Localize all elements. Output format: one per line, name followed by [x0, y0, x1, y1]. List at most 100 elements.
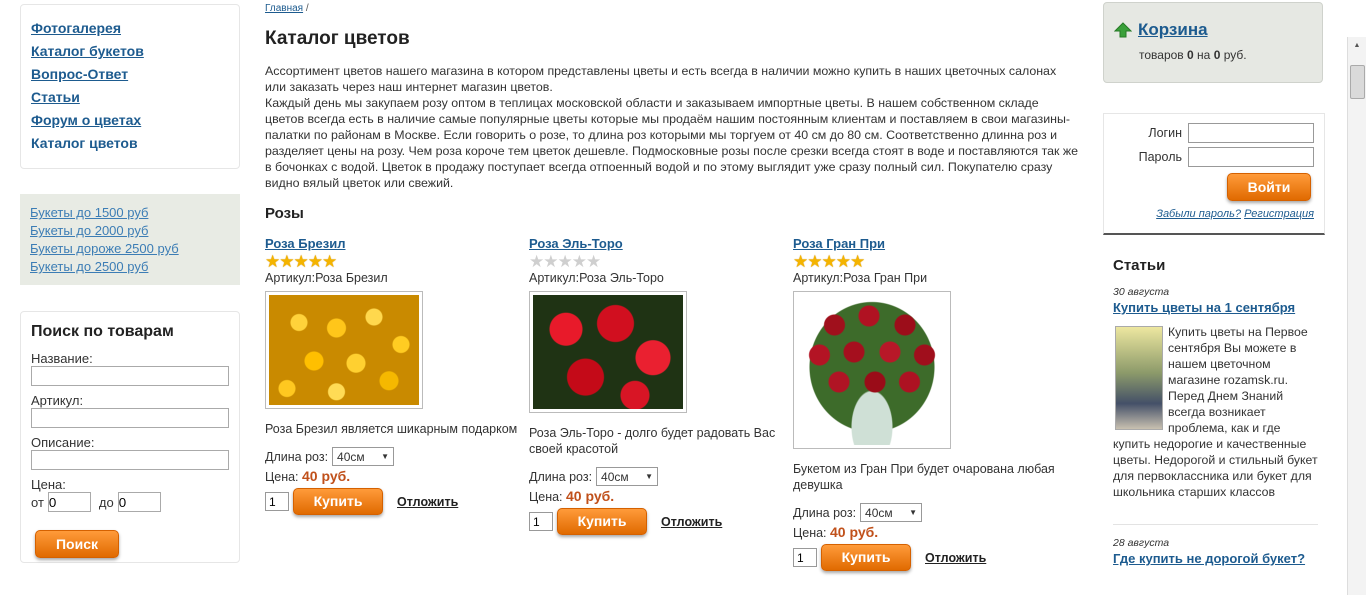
price-filter-link[interactable]: Букеты до 2000 руб [30, 222, 230, 240]
menu-item-flower-catalog[interactable]: Каталог цветов [31, 132, 229, 155]
star-icon[interactable]: ★ [586, 253, 601, 270]
star-icon[interactable]: ★ [322, 253, 337, 270]
cart-items-label: товаров [1139, 48, 1184, 62]
length-row: Длина роз: 40см ▼ [265, 447, 527, 466]
length-label: Длина роз: [793, 505, 857, 520]
product-name-link[interactable]: Роза Гран При [793, 236, 1055, 252]
length-select[interactable]: 40см ▼ [860, 503, 923, 522]
quantity-input[interactable] [265, 492, 289, 511]
product-card: Роза Эль-Торо ★ ★ ★ ★ ★ Артикул:Роза Эль-Тор… [529, 236, 791, 535]
product-description: Роза Эль-Торо - долго будет радовать Вас… [529, 426, 776, 456]
quantity-input[interactable] [529, 512, 553, 531]
article-date: 30 августа [1113, 286, 1170, 298]
price-to-input[interactable] [117, 492, 161, 512]
star-icon[interactable]: ★ [807, 253, 822, 270]
name-label: Название: [31, 351, 93, 366]
cart-currency: руб. [1223, 48, 1247, 62]
product-card: Роза Гран При ★ ★ ★ ★ ★ Артикул:Роза Гран Пр… [793, 236, 1055, 571]
search-description-input[interactable] [31, 450, 229, 470]
star-icon[interactable]: ★ [279, 253, 294, 270]
star-icon[interactable]: ★ [558, 253, 573, 270]
articles-block: Статьи 30 августа Купить цветы на 1 сент… [1113, 257, 1318, 566]
buy-button[interactable]: Купить [821, 544, 911, 571]
length-select[interactable]: 40см ▼ [332, 447, 395, 466]
defer-link[interactable]: Отложить [661, 515, 722, 529]
price-filter-link[interactable]: Букеты дороже 2500 руб [30, 240, 230, 258]
chevron-down-icon: ▼ [645, 472, 654, 481]
buy-row: Купить Отложить [529, 508, 791, 535]
login-input[interactable] [1188, 123, 1314, 143]
product-price: 40 руб. [302, 468, 351, 484]
defer-link[interactable]: Отложить [397, 495, 458, 509]
star-icon[interactable]: ★ [308, 253, 323, 270]
scroll-up-arrow-icon[interactable]: ▲ [1348, 37, 1366, 54]
price-filter-link[interactable]: Букеты до 1500 руб [30, 204, 230, 222]
scroll-thumb[interactable] [1350, 65, 1365, 99]
catalog-intro: Ассортимент цветов нашего магазина в кот… [265, 63, 1080, 191]
product-name-link[interactable]: Роза Эль-Торо [529, 236, 791, 252]
price-filter-link[interactable]: Букеты до 2500 руб [30, 258, 230, 276]
product-description: Роза Брезил является шикарным подарком [265, 422, 518, 436]
length-value: 40см [337, 449, 365, 464]
menu-item-faq[interactable]: Вопрос-Ответ [31, 63, 229, 86]
password-label: Пароль [1138, 150, 1182, 164]
star-icon[interactable]: ★ [850, 253, 865, 270]
article-title-link[interactable]: Купить цветы на 1 сентября [1113, 300, 1318, 315]
star-icon[interactable]: ★ [572, 253, 587, 270]
rating-stars[interactable]: ★ ★ ★ ★ ★ [265, 253, 527, 270]
cart-header: Корзина [1114, 20, 1312, 40]
cart-count: 0 [1187, 48, 1194, 62]
price-label: Цена: [793, 526, 827, 540]
menu-item-forum[interactable]: Форум о цветах [31, 109, 229, 132]
vertical-scrollbar[interactable]: ▲ [1347, 37, 1366, 595]
defer-link[interactable]: Отложить [925, 551, 986, 565]
product-image [269, 295, 419, 405]
menu-item-articles[interactable]: Статьи [31, 86, 229, 109]
price-line: Цена: 40 руб. [793, 524, 1055, 540]
menu-item-bouquet-catalog[interactable]: Каталог букетов [31, 40, 229, 63]
star-icon[interactable]: ★ [294, 253, 309, 270]
price-line: Цена: 40 руб. [529, 488, 791, 504]
menu-item-photogallery[interactable]: Фотогалерея [31, 17, 229, 40]
product-image [533, 295, 683, 409]
star-icon[interactable]: ★ [822, 253, 837, 270]
star-icon[interactable]: ★ [836, 253, 851, 270]
product-image-link[interactable] [529, 291, 687, 413]
search-button[interactable]: Поиск [35, 530, 119, 558]
length-select[interactable]: 40см ▼ [596, 467, 659, 486]
article-separator: 28 августа Где купить не дорогой букет? [1113, 524, 1318, 566]
description-label: Описание: [31, 435, 95, 450]
breadcrumb-separator: / [305, 3, 309, 14]
product-search-box: Поиск по товарам Название: Артикул: Опис… [20, 311, 240, 563]
product-image-link[interactable] [265, 291, 423, 409]
cart-arrow-icon [1114, 22, 1132, 38]
product-price: 40 руб. [566, 488, 615, 504]
login-button[interactable]: Войти [1227, 173, 1311, 201]
search-name-input[interactable] [31, 366, 229, 386]
buy-row: Купить Отложить [793, 544, 1055, 571]
product-image-link[interactable] [793, 291, 951, 449]
product-name-link[interactable]: Роза Брезил [265, 236, 527, 252]
login-row: Логин [1114, 123, 1314, 143]
login-links: Забыли пароль? Регистрация [1114, 208, 1314, 220]
star-icon[interactable]: ★ [793, 253, 808, 270]
rating-stars[interactable]: ★ ★ ★ ★ ★ [529, 253, 791, 270]
quantity-input[interactable] [793, 548, 817, 567]
buy-button[interactable]: Купить [293, 488, 383, 515]
star-icon[interactable]: ★ [543, 253, 558, 270]
price-from-input[interactable] [47, 492, 91, 512]
article-thumbnail[interactable] [1115, 326, 1163, 430]
buy-button[interactable]: Купить [557, 508, 647, 535]
register-link[interactable]: Регистрация [1244, 208, 1314, 220]
intro-paragraph: Каждый день мы закупаем розу оптом в теп… [265, 96, 1079, 190]
password-input[interactable] [1188, 147, 1314, 167]
cart-link[interactable]: Корзина [1138, 20, 1208, 40]
forgot-password-link[interactable]: Забыли пароль? [1156, 208, 1241, 220]
star-icon[interactable]: ★ [529, 253, 544, 270]
search-sku-input[interactable] [31, 408, 229, 428]
login-label: Логин [1148, 126, 1182, 140]
breadcrumb-home-link[interactable]: Главная [265, 3, 303, 14]
article-title-link[interactable]: Где купить не дорогой букет? [1113, 551, 1318, 566]
rating-stars[interactable]: ★ ★ ★ ★ ★ [793, 253, 1055, 270]
star-icon[interactable]: ★ [265, 253, 280, 270]
